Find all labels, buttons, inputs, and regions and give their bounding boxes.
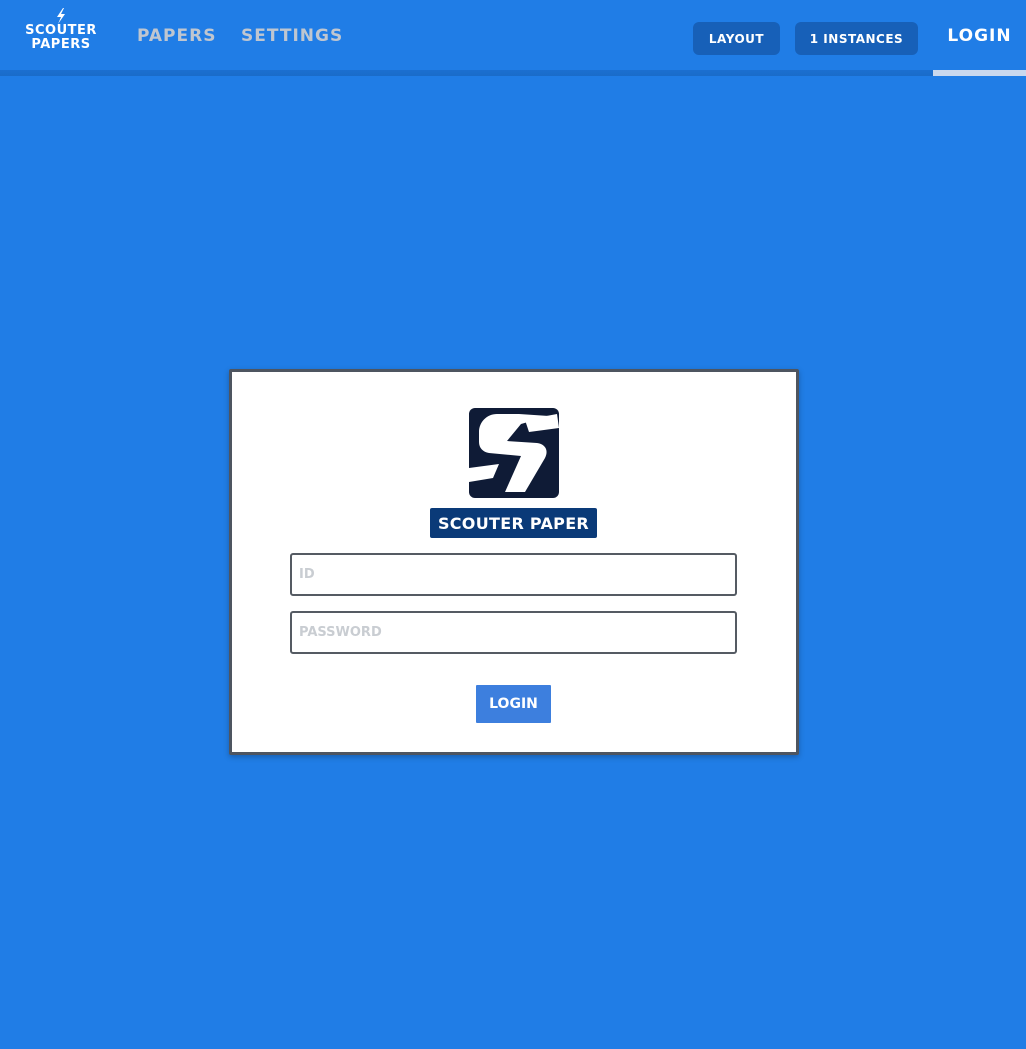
nav-link-papers[interactable]: PAPERS: [137, 26, 216, 46]
brand-line-1: SCOUTER: [25, 23, 97, 38]
top-navbar: SCOUTER PAPERS PAPERS SETTINGS LAYOUT 1 …: [0, 0, 1026, 76]
app-title: SCOUTER PAPER: [430, 508, 597, 538]
active-tab-indicator: [933, 70, 1026, 76]
lightning-bolt-icon: [57, 8, 65, 24]
layout-button[interactable]: LAYOUT: [693, 22, 780, 55]
instances-button[interactable]: 1 INSTANCES: [795, 22, 918, 55]
nav-link-settings[interactable]: SETTINGS: [241, 26, 343, 46]
nav-link-login[interactable]: LOGIN: [933, 0, 1026, 76]
id-input[interactable]: [290, 553, 737, 596]
password-input[interactable]: [290, 611, 737, 654]
scouter-logo-icon: [469, 408, 559, 498]
login-card: SCOUTER PAPER LOGIN: [229, 369, 799, 755]
login-button[interactable]: LOGIN: [476, 685, 551, 723]
navbar-shadow: [0, 70, 1026, 76]
brand-line-2: PAPERS: [31, 37, 91, 52]
brand-logo[interactable]: SCOUTER PAPERS: [22, 8, 100, 56]
